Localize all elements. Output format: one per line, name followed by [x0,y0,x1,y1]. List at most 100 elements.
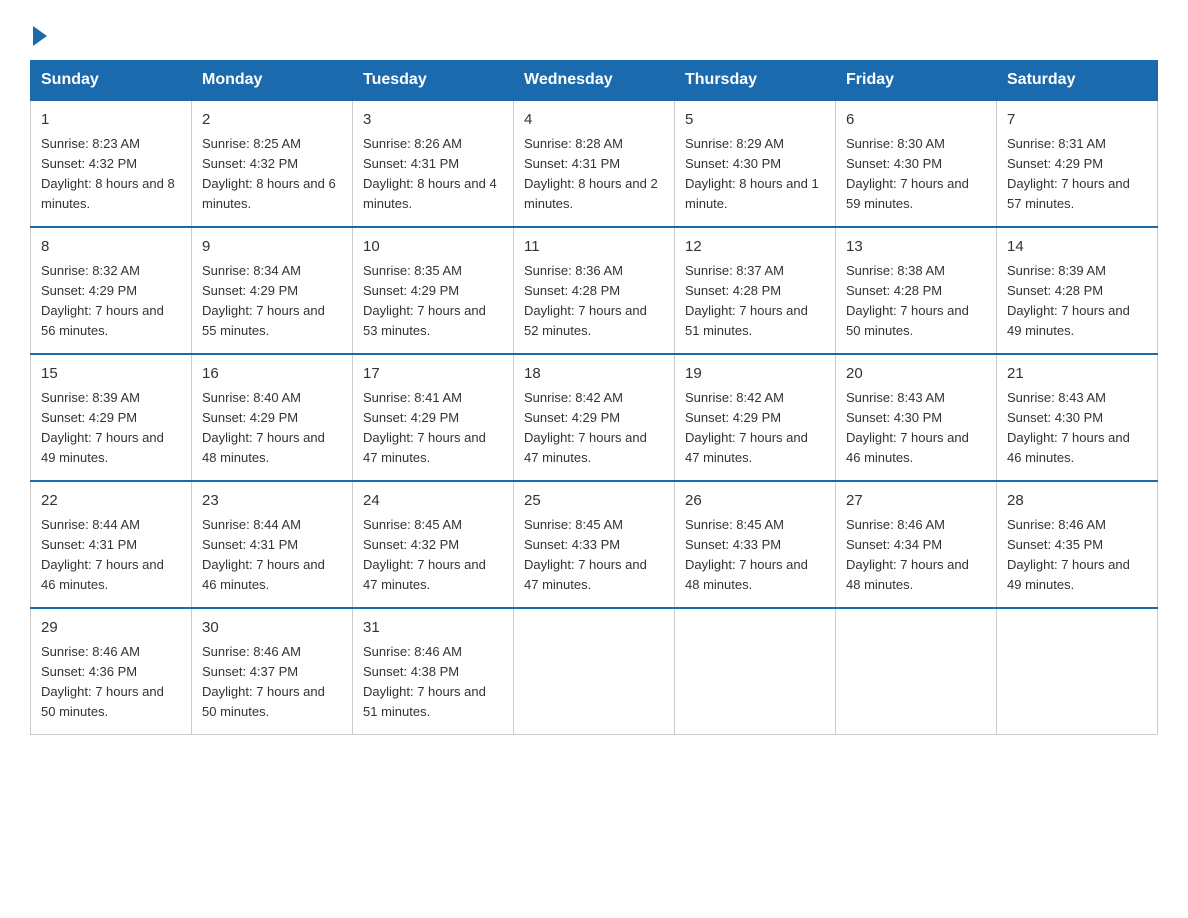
calendar-cell: 19Sunrise: 8:42 AMSunset: 4:29 PMDayligh… [675,354,836,481]
calendar-cell: 13Sunrise: 8:38 AMSunset: 4:28 PMDayligh… [836,227,997,354]
day-number: 5 [685,109,825,132]
calendar-cell [836,608,997,735]
day-info: Sunrise: 8:45 AMSunset: 4:32 PMDaylight:… [363,515,503,596]
calendar-cell: 23Sunrise: 8:44 AMSunset: 4:31 PMDayligh… [192,481,353,608]
calendar-cell [997,608,1158,735]
day-number: 26 [685,490,825,513]
day-info: Sunrise: 8:46 AMSunset: 4:38 PMDaylight:… [363,642,503,723]
page-header [30,20,1158,42]
day-number: 20 [846,363,986,386]
day-number: 23 [202,490,342,513]
day-number: 13 [846,236,986,259]
day-number: 25 [524,490,664,513]
day-info: Sunrise: 8:26 AMSunset: 4:31 PMDaylight:… [363,134,503,215]
calendar-cell: 31Sunrise: 8:46 AMSunset: 4:38 PMDayligh… [353,608,514,735]
day-number: 28 [1007,490,1147,513]
calendar-cell [514,608,675,735]
calendar-cell: 7Sunrise: 8:31 AMSunset: 4:29 PMDaylight… [997,100,1158,227]
calendar-week-row: 15Sunrise: 8:39 AMSunset: 4:29 PMDayligh… [31,354,1158,481]
day-info: Sunrise: 8:37 AMSunset: 4:28 PMDaylight:… [685,261,825,342]
day-info: Sunrise: 8:39 AMSunset: 4:28 PMDaylight:… [1007,261,1147,342]
calendar-cell: 22Sunrise: 8:44 AMSunset: 4:31 PMDayligh… [31,481,192,608]
day-info: Sunrise: 8:42 AMSunset: 4:29 PMDaylight:… [524,388,664,469]
column-header-friday: Friday [836,61,997,101]
day-number: 14 [1007,236,1147,259]
calendar-cell: 11Sunrise: 8:36 AMSunset: 4:28 PMDayligh… [514,227,675,354]
day-info: Sunrise: 8:43 AMSunset: 4:30 PMDaylight:… [846,388,986,469]
calendar-cell: 17Sunrise: 8:41 AMSunset: 4:29 PMDayligh… [353,354,514,481]
calendar-cell: 25Sunrise: 8:45 AMSunset: 4:33 PMDayligh… [514,481,675,608]
calendar-cell: 2Sunrise: 8:25 AMSunset: 4:32 PMDaylight… [192,100,353,227]
day-info: Sunrise: 8:45 AMSunset: 4:33 PMDaylight:… [685,515,825,596]
calendar-cell: 14Sunrise: 8:39 AMSunset: 4:28 PMDayligh… [997,227,1158,354]
day-number: 10 [363,236,503,259]
column-header-tuesday: Tuesday [353,61,514,101]
calendar-week-row: 1Sunrise: 8:23 AMSunset: 4:32 PMDaylight… [31,100,1158,227]
day-number: 2 [202,109,342,132]
calendar-cell [675,608,836,735]
calendar-cell: 9Sunrise: 8:34 AMSunset: 4:29 PMDaylight… [192,227,353,354]
calendar-header-row: SundayMondayTuesdayWednesdayThursdayFrid… [31,61,1158,101]
calendar-cell: 15Sunrise: 8:39 AMSunset: 4:29 PMDayligh… [31,354,192,481]
calendar-cell: 18Sunrise: 8:42 AMSunset: 4:29 PMDayligh… [514,354,675,481]
day-info: Sunrise: 8:42 AMSunset: 4:29 PMDaylight:… [685,388,825,469]
column-header-thursday: Thursday [675,61,836,101]
day-number: 19 [685,363,825,386]
day-info: Sunrise: 8:36 AMSunset: 4:28 PMDaylight:… [524,261,664,342]
logo [30,28,47,42]
calendar-cell: 5Sunrise: 8:29 AMSunset: 4:30 PMDaylight… [675,100,836,227]
day-number: 8 [41,236,181,259]
day-info: Sunrise: 8:46 AMSunset: 4:35 PMDaylight:… [1007,515,1147,596]
day-info: Sunrise: 8:40 AMSunset: 4:29 PMDaylight:… [202,388,342,469]
day-number: 15 [41,363,181,386]
calendar-cell: 12Sunrise: 8:37 AMSunset: 4:28 PMDayligh… [675,227,836,354]
logo-arrow-icon [33,26,47,46]
column-header-monday: Monday [192,61,353,101]
day-info: Sunrise: 8:38 AMSunset: 4:28 PMDaylight:… [846,261,986,342]
day-info: Sunrise: 8:44 AMSunset: 4:31 PMDaylight:… [202,515,342,596]
day-info: Sunrise: 8:44 AMSunset: 4:31 PMDaylight:… [41,515,181,596]
day-number: 3 [363,109,503,132]
day-number: 16 [202,363,342,386]
day-info: Sunrise: 8:29 AMSunset: 4:30 PMDaylight:… [685,134,825,215]
calendar-cell: 26Sunrise: 8:45 AMSunset: 4:33 PMDayligh… [675,481,836,608]
calendar-cell: 6Sunrise: 8:30 AMSunset: 4:30 PMDaylight… [836,100,997,227]
calendar-cell: 20Sunrise: 8:43 AMSunset: 4:30 PMDayligh… [836,354,997,481]
day-info: Sunrise: 8:39 AMSunset: 4:29 PMDaylight:… [41,388,181,469]
day-info: Sunrise: 8:31 AMSunset: 4:29 PMDaylight:… [1007,134,1147,215]
day-info: Sunrise: 8:43 AMSunset: 4:30 PMDaylight:… [1007,388,1147,469]
day-number: 30 [202,617,342,640]
calendar-cell: 8Sunrise: 8:32 AMSunset: 4:29 PMDaylight… [31,227,192,354]
day-number: 29 [41,617,181,640]
day-info: Sunrise: 8:34 AMSunset: 4:29 PMDaylight:… [202,261,342,342]
day-info: Sunrise: 8:35 AMSunset: 4:29 PMDaylight:… [363,261,503,342]
day-info: Sunrise: 8:45 AMSunset: 4:33 PMDaylight:… [524,515,664,596]
calendar-week-row: 29Sunrise: 8:46 AMSunset: 4:36 PMDayligh… [31,608,1158,735]
day-number: 7 [1007,109,1147,132]
calendar-cell: 1Sunrise: 8:23 AMSunset: 4:32 PMDaylight… [31,100,192,227]
day-info: Sunrise: 8:30 AMSunset: 4:30 PMDaylight:… [846,134,986,215]
calendar-body: 1Sunrise: 8:23 AMSunset: 4:32 PMDaylight… [31,100,1158,735]
column-header-sunday: Sunday [31,61,192,101]
day-number: 22 [41,490,181,513]
calendar-cell: 10Sunrise: 8:35 AMSunset: 4:29 PMDayligh… [353,227,514,354]
day-number: 18 [524,363,664,386]
day-info: Sunrise: 8:23 AMSunset: 4:32 PMDaylight:… [41,134,181,215]
day-number: 31 [363,617,503,640]
day-info: Sunrise: 8:46 AMSunset: 4:37 PMDaylight:… [202,642,342,723]
day-number: 11 [524,236,664,259]
calendar-cell: 21Sunrise: 8:43 AMSunset: 4:30 PMDayligh… [997,354,1158,481]
day-number: 4 [524,109,664,132]
day-number: 1 [41,109,181,132]
day-info: Sunrise: 8:41 AMSunset: 4:29 PMDaylight:… [363,388,503,469]
calendar-cell: 16Sunrise: 8:40 AMSunset: 4:29 PMDayligh… [192,354,353,481]
calendar-cell: 4Sunrise: 8:28 AMSunset: 4:31 PMDaylight… [514,100,675,227]
day-info: Sunrise: 8:46 AMSunset: 4:36 PMDaylight:… [41,642,181,723]
column-header-saturday: Saturday [997,61,1158,101]
column-header-wednesday: Wednesday [514,61,675,101]
calendar-cell: 3Sunrise: 8:26 AMSunset: 4:31 PMDaylight… [353,100,514,227]
calendar-table: SundayMondayTuesdayWednesdayThursdayFrid… [30,60,1158,735]
calendar-week-row: 8Sunrise: 8:32 AMSunset: 4:29 PMDaylight… [31,227,1158,354]
day-number: 6 [846,109,986,132]
calendar-cell: 27Sunrise: 8:46 AMSunset: 4:34 PMDayligh… [836,481,997,608]
